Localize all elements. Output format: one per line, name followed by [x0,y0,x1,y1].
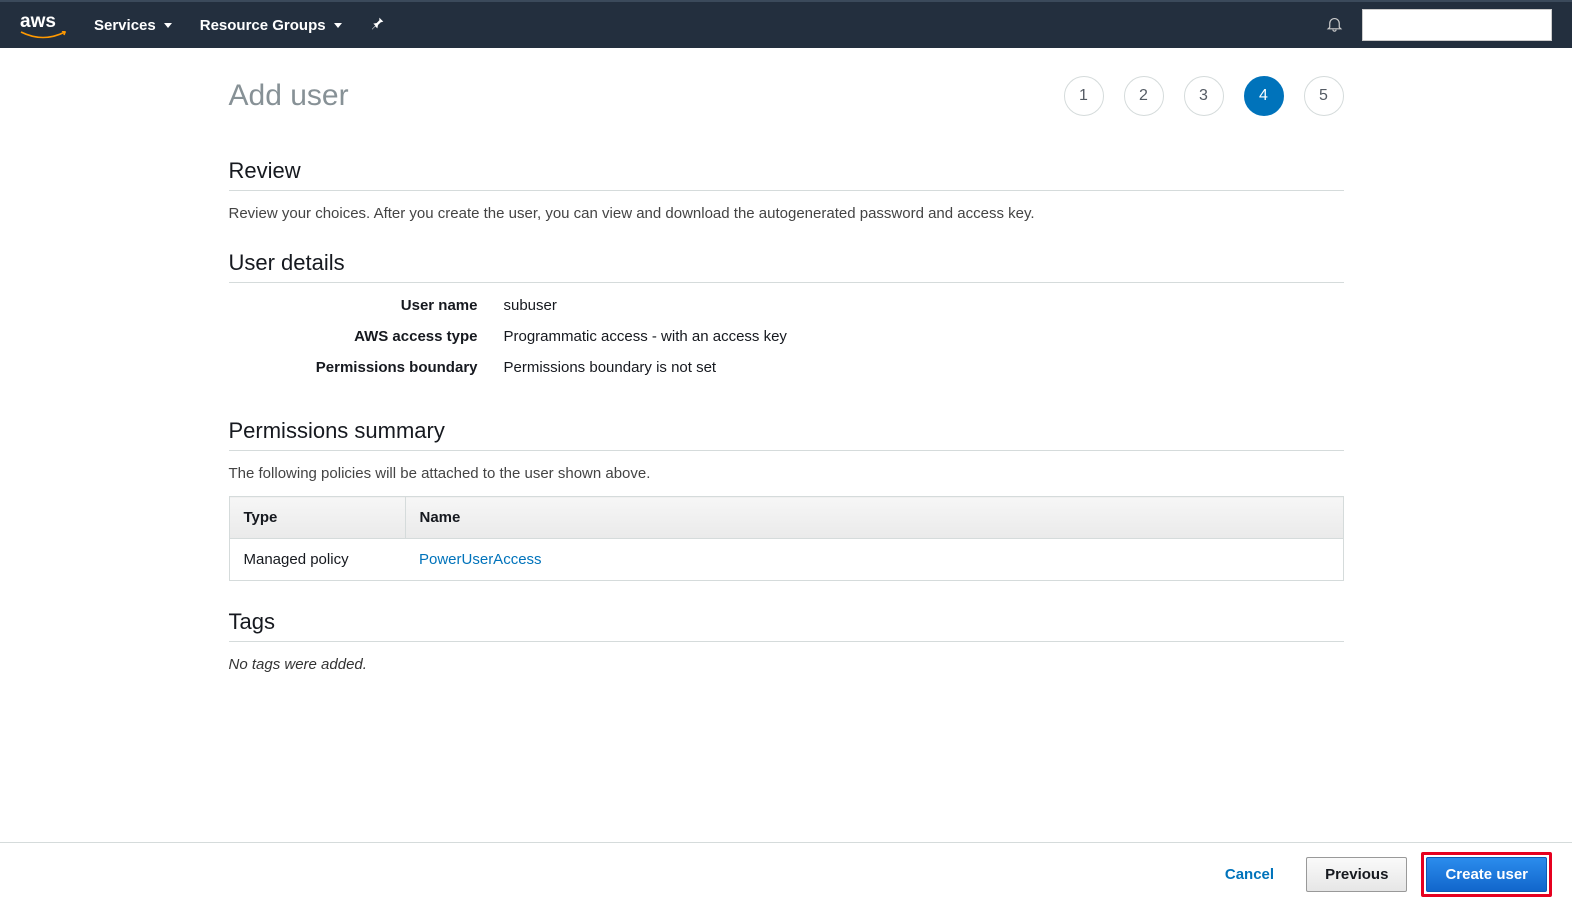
aws-swoosh-icon [20,31,66,39]
policy-type: Managed policy [229,539,405,581]
step-3[interactable]: 3 [1184,76,1224,116]
detail-row-username: User name subuser [229,297,1344,314]
table-row: Managed policy PowerUserAccess [229,539,1343,581]
boundary-label: Permissions boundary [229,359,504,376]
nav-services[interactable]: Services [94,17,172,34]
footer-actions: Cancel Previous Create user [0,842,1572,906]
access-type-label: AWS access type [229,328,504,345]
chevron-down-icon [164,23,172,28]
boundary-value: Permissions boundary is not set [504,359,717,376]
permissions-table: Type Name Managed policy PowerUserAccess [229,496,1344,581]
user-details-title: User details [229,250,1344,283]
username-label: User name [229,297,504,314]
step-2[interactable]: 2 [1124,76,1164,116]
aws-logo-text: aws [20,12,66,31]
step-1[interactable]: 1 [1064,76,1104,116]
nav-resource-groups[interactable]: Resource Groups [200,17,342,34]
nav-services-label: Services [94,17,156,34]
policy-name-link[interactable]: PowerUserAccess [419,551,542,568]
step-5[interactable]: 5 [1304,76,1344,116]
permissions-desc: The following policies will be attached … [229,465,1344,482]
step-4[interactable]: 4 [1244,76,1284,116]
create-user-highlight: Create user [1421,852,1552,897]
detail-row-boundary: Permissions boundary Permissions boundar… [229,359,1344,376]
detail-row-access-type: AWS access type Programmatic access - wi… [229,328,1344,345]
chevron-down-icon [334,23,342,28]
previous-button[interactable]: Previous [1306,857,1407,892]
topbar: aws Services Resource Groups [0,0,1572,48]
permissions-title: Permissions summary [229,418,1344,451]
aws-logo[interactable]: aws [20,12,66,39]
topbar-right [1325,9,1552,41]
pin-icon[interactable] [370,15,386,36]
review-title: Review [229,158,1344,191]
tags-empty: No tags were added. [229,656,1344,673]
page-title: Add user [229,79,349,113]
cancel-button[interactable]: Cancel [1207,858,1292,891]
username-value: subuser [504,297,557,314]
search-input[interactable] [1362,9,1552,41]
main-content: Add user 1 2 3 4 5 Review Review your ch… [229,48,1344,793]
tags-title: Tags [229,609,1344,642]
access-type-value: Programmatic access - with an access key [504,328,787,345]
create-user-button[interactable]: Create user [1426,857,1547,892]
nav-resource-groups-label: Resource Groups [200,17,326,34]
col-name: Name [405,497,1343,539]
review-desc: Review your choices. After you create th… [229,205,1344,222]
page-header: Add user 1 2 3 4 5 [229,76,1344,116]
bell-icon[interactable] [1325,13,1344,37]
wizard-steps: 1 2 3 4 5 [1064,76,1344,116]
col-type: Type [229,497,405,539]
